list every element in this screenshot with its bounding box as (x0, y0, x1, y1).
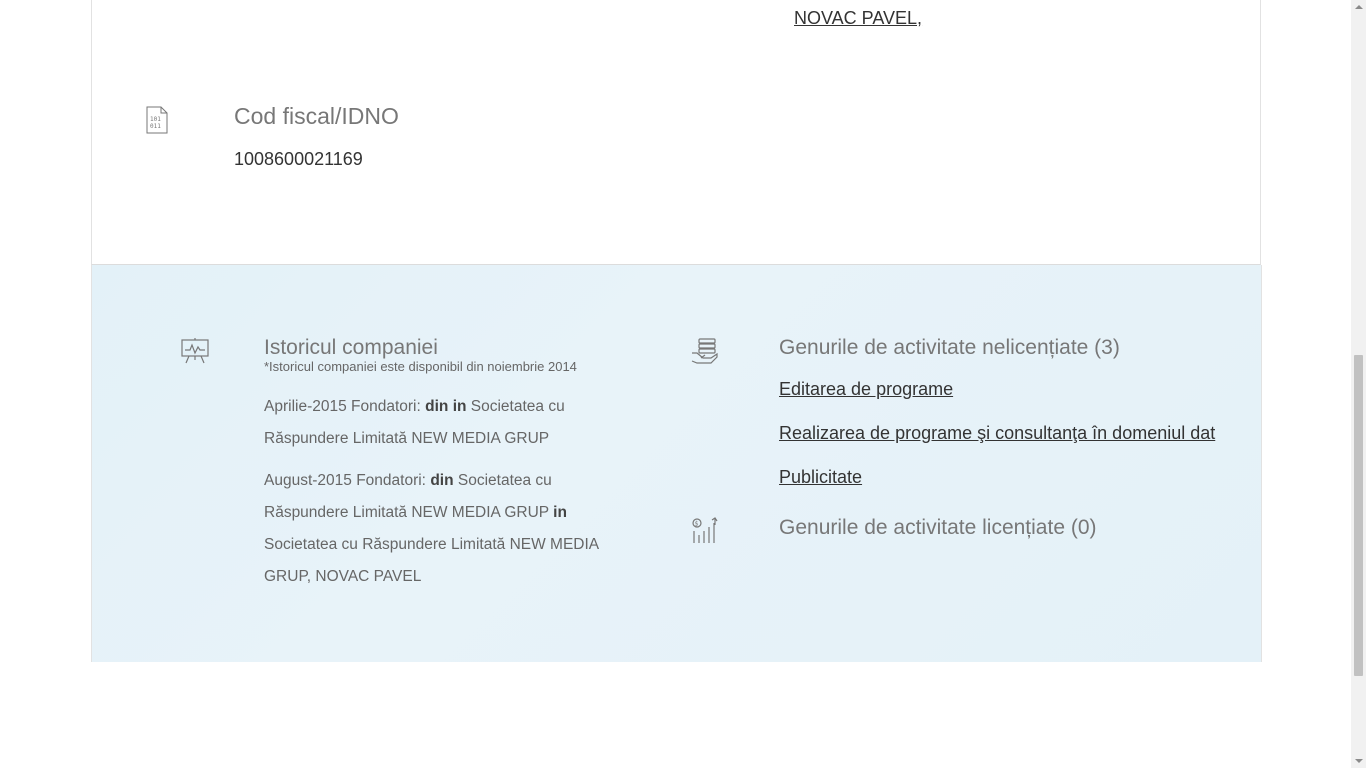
entry-from-label: din (430, 472, 454, 489)
fiscal-code-value: 1008600021169 (234, 149, 363, 169)
activity-link[interactable]: Publicitate (779, 467, 862, 488)
history-title: Istoricul companiei (264, 336, 438, 359)
binary-file-icon: 101 011 (146, 106, 168, 134)
history-entry: Aprilie-2015 Fondatori: din in Societate… (264, 391, 634, 455)
svg-text:011: 011 (150, 123, 161, 130)
unlicensed-activities-title: Genurile de activitate nelicențiate (3) (779, 336, 1120, 359)
company-info-card: NOVAC PAVEL, 101 011 Cod fiscal/IDNO 100… (91, 0, 1261, 265)
entry-to-label: in (452, 398, 467, 415)
licensed-activities-title: Genurile de activitate licențiate (0) (779, 516, 1097, 539)
entry-date: August-2015 Fondatori: (264, 472, 426, 489)
svg-text:101: 101 (150, 116, 161, 123)
scroll-down-icon[interactable] (1355, 759, 1363, 763)
entry-from-label: din (425, 398, 449, 415)
scroll-up-icon[interactable] (1355, 5, 1363, 9)
history-note: *Istoricul companiei este disponibil din… (264, 359, 577, 374)
entry-to-text: Societatea cu Răspundere Limitată NEW ME… (264, 536, 599, 585)
growth-chart-icon: $ (691, 517, 719, 545)
history-activities-panel: Istoricul companiei *Istoricul companiei… (91, 265, 1262, 662)
entry-to-label: in (553, 504, 567, 521)
page: NOVAC PAVEL, 101 011 Cod fiscal/IDNO 100… (0, 0, 1366, 768)
entry-date: Aprilie-2015 Fondatori: (264, 398, 421, 415)
activity-link[interactable]: Editarea de programe (779, 379, 953, 400)
vertical-scrollbar[interactable] (1351, 0, 1366, 768)
scroll-thumb[interactable] (1354, 355, 1363, 676)
svg-text:$: $ (695, 521, 699, 528)
money-hand-icon (691, 337, 719, 365)
founder-link[interactable]: NOVAC PAVEL, (794, 8, 922, 29)
history-entry: August-2015 Fondatori: din Societatea cu… (264, 465, 634, 593)
presentation-chart-icon (181, 337, 209, 365)
fiscal-code-title: Cod fiscal/IDNO (234, 103, 399, 129)
activity-link[interactable]: Realizarea de programe şi consultanţa în… (779, 423, 1215, 444)
